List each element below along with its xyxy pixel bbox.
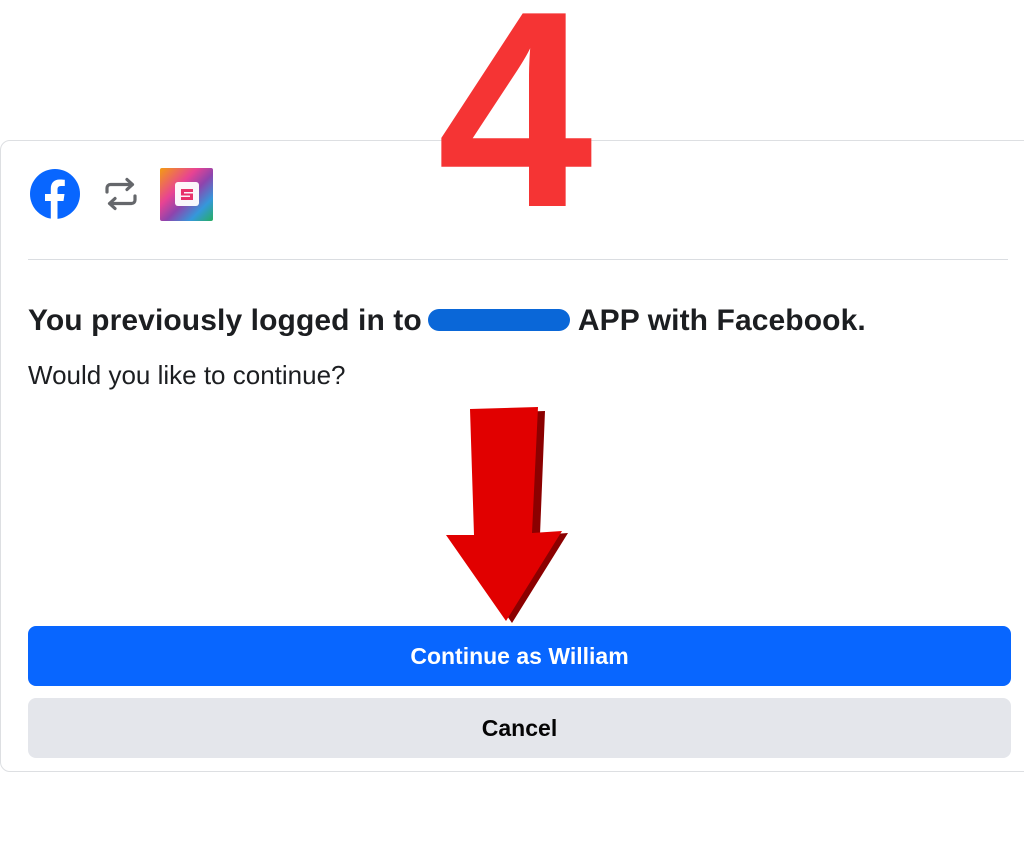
app-icon [160, 167, 213, 221]
step-number: 4 [437, 0, 593, 266]
app-logo-icon [174, 182, 199, 206]
page: You previously logged in to APP with Face… [0, 0, 1024, 860]
cancel-button[interactable]: Cancel [28, 698, 1011, 758]
swap-icon [105, 177, 137, 211]
header-icons [30, 167, 213, 221]
dialog-heading: You previously logged in to APP with Face… [28, 304, 866, 338]
continue-button[interactable]: Continue as William [28, 626, 1011, 686]
redacted-app-name [427, 309, 570, 332]
heading-suffix: APP with Facebook. [577, 304, 866, 337]
heading-prefix: You previously logged in to [28, 304, 422, 337]
dialog-subtext: Would you like to continue? [28, 360, 346, 390]
down-arrow-icon [446, 407, 568, 623]
facebook-icon [30, 169, 80, 219]
